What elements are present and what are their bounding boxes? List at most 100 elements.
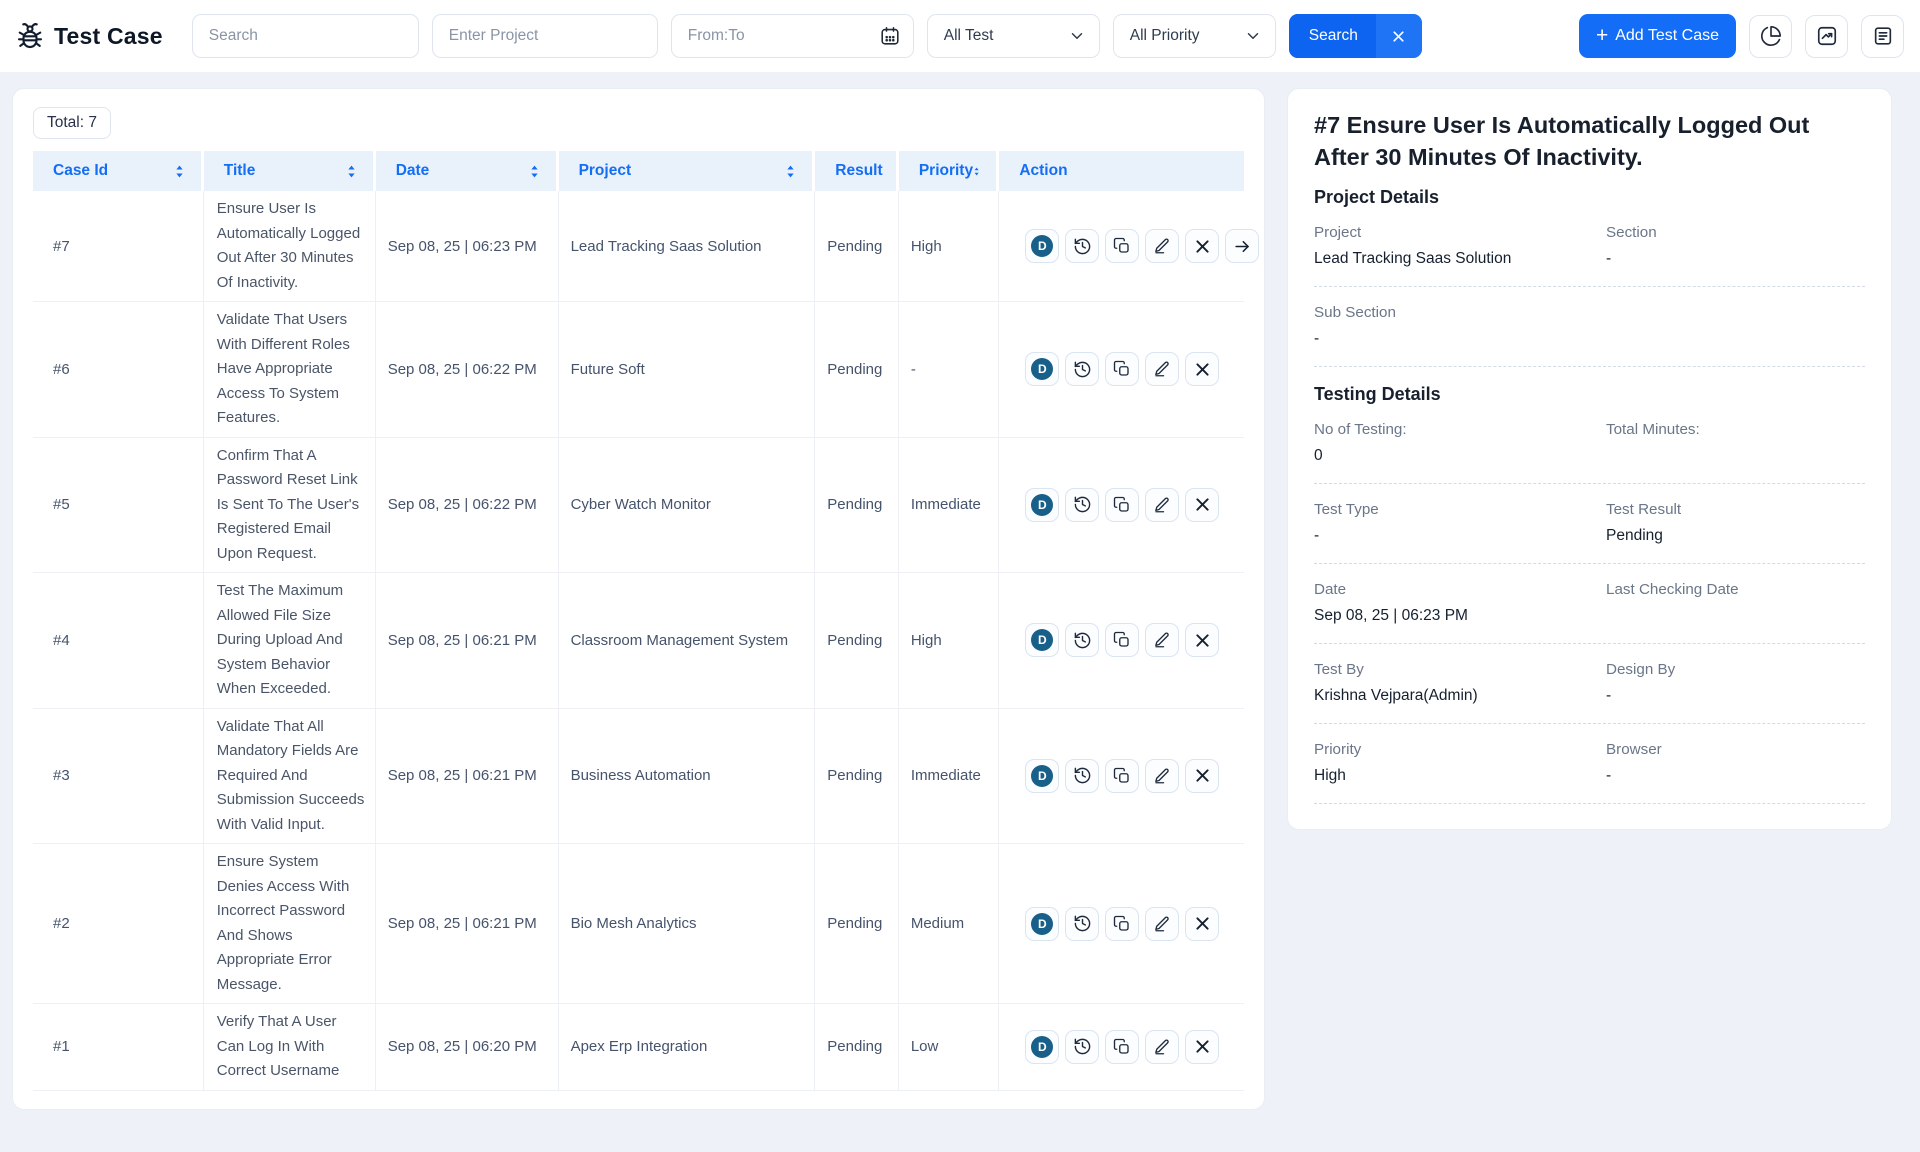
- title-cell: Ensure System Denies Access With Incorre…: [204, 844, 376, 1004]
- sort-icon[interactable]: [529, 164, 540, 179]
- project-details-heading: Project Details: [1314, 187, 1865, 208]
- details-row: Sub Section -: [1314, 304, 1865, 349]
- project-filter-input[interactable]: [432, 14, 658, 58]
- add-test-case-button[interactable]: + Add Test Case: [1579, 14, 1736, 58]
- edit-button[interactable]: [1145, 1030, 1179, 1064]
- search-button[interactable]: Search: [1289, 14, 1376, 58]
- history-button[interactable]: [1065, 759, 1099, 793]
- copy-icon: [1113, 767, 1131, 785]
- calendar-icon[interactable]: [879, 25, 901, 47]
- result-cell: Pending: [815, 573, 899, 709]
- edit-button[interactable]: [1145, 229, 1179, 263]
- copy-button[interactable]: [1105, 623, 1139, 657]
- column-header-title[interactable]: Title: [204, 151, 376, 191]
- copy-button[interactable]: [1105, 907, 1139, 941]
- field-label: Total Minutes:: [1606, 421, 1865, 438]
- edit-button[interactable]: [1145, 623, 1179, 657]
- column-header-result[interactable]: Result: [815, 151, 899, 191]
- table-header-row: Case Id Title Date Project Result Priori…: [33, 151, 1244, 191]
- column-header-priority[interactable]: Priority: [899, 151, 1000, 191]
- copy-button[interactable]: [1105, 488, 1139, 522]
- history-button[interactable]: [1065, 1030, 1099, 1064]
- history-button[interactable]: [1065, 488, 1099, 522]
- delete-button[interactable]: [1185, 907, 1219, 941]
- search-input[interactable]: [192, 14, 419, 58]
- edit-button[interactable]: [1145, 352, 1179, 386]
- pie-chart-button[interactable]: [1749, 15, 1792, 58]
- sort-icon[interactable]: [174, 164, 185, 179]
- table-row: #2 Ensure System Denies Access With Inco…: [33, 844, 1244, 1004]
- details-row: Date Sep 08, 25 | 06:23 PM Last Checking…: [1314, 581, 1865, 626]
- pie-chart-icon: [1760, 25, 1782, 47]
- details-badge-button[interactable]: D: [1025, 352, 1059, 386]
- field-last-checking-date: Last Checking Date: [1606, 581, 1865, 626]
- copy-button[interactable]: [1105, 352, 1139, 386]
- details-badge-button[interactable]: D: [1025, 1030, 1059, 1064]
- priority-cell: High: [899, 573, 1000, 709]
- history-button[interactable]: [1065, 623, 1099, 657]
- field-label: Test Result: [1606, 501, 1865, 518]
- priority-cell: -: [899, 302, 1000, 438]
- priority-select[interactable]: All Priority: [1113, 14, 1276, 58]
- field-label: Priority: [1314, 741, 1606, 758]
- details-badge-button[interactable]: D: [1025, 488, 1059, 522]
- details-badge-button[interactable]: D: [1025, 759, 1059, 793]
- delete-button[interactable]: [1185, 759, 1219, 793]
- history-button[interactable]: [1065, 352, 1099, 386]
- dashed-divider: [1314, 563, 1865, 564]
- table-row: #7 Ensure User Is Automatically Logged O…: [33, 191, 1244, 302]
- action-buttons: D: [1019, 623, 1234, 657]
- column-header-project[interactable]: Project: [559, 151, 816, 191]
- date-range-input[interactable]: [671, 14, 914, 58]
- field-label: No of Testing:: [1314, 421, 1606, 438]
- open-details-arrow-button[interactable]: [1225, 229, 1259, 263]
- chevron-down-icon: [1068, 27, 1086, 45]
- field-date: Date Sep 08, 25 | 06:23 PM: [1314, 581, 1606, 626]
- copy-button[interactable]: [1105, 759, 1139, 793]
- details-badge-button[interactable]: D: [1025, 229, 1059, 263]
- action-cell: D: [999, 573, 1244, 709]
- field-test-by: Test By Krishna Vejpara(Admin): [1314, 661, 1606, 706]
- delete-button[interactable]: [1185, 623, 1219, 657]
- report-button[interactable]: [1861, 15, 1904, 58]
- history-button[interactable]: [1065, 229, 1099, 263]
- column-header-date[interactable]: Date: [376, 151, 559, 191]
- edit-button[interactable]: [1145, 488, 1179, 522]
- add-test-case-label: Add Test Case: [1615, 27, 1719, 45]
- history-icon: [1073, 1037, 1092, 1056]
- delete-button[interactable]: [1185, 488, 1219, 522]
- table-row: #1 Verify That A User Can Log In With Co…: [33, 1004, 1244, 1091]
- table-row: #5 Confirm That A Password Reset Link Is…: [33, 438, 1244, 574]
- copy-button[interactable]: [1105, 1030, 1139, 1064]
- field-project: Project Lead Tracking Saas Solution: [1314, 224, 1606, 269]
- delete-button[interactable]: [1185, 1030, 1219, 1064]
- delete-button[interactable]: [1185, 229, 1219, 263]
- field-total-minutes: Total Minutes:: [1606, 421, 1865, 466]
- edit-button[interactable]: [1145, 907, 1179, 941]
- history-button[interactable]: [1065, 907, 1099, 941]
- action-cell: D: [999, 709, 1244, 845]
- close-x-icon: [1193, 495, 1212, 514]
- sort-icon[interactable]: [346, 164, 357, 179]
- copy-button[interactable]: [1105, 229, 1139, 263]
- trend-chart-button[interactable]: [1805, 15, 1848, 58]
- edit-button[interactable]: [1145, 759, 1179, 793]
- clear-search-button[interactable]: [1376, 14, 1422, 58]
- d-badge-icon: D: [1031, 1036, 1053, 1058]
- result-cell: Pending: [815, 844, 899, 1004]
- sort-icon[interactable]: [973, 164, 980, 179]
- delete-button[interactable]: [1185, 352, 1219, 386]
- project-cell: Future Soft: [559, 302, 816, 438]
- project-cell: Cyber Watch Monitor: [559, 438, 816, 574]
- action-buttons: D: [1019, 907, 1234, 941]
- details-badge-button[interactable]: D: [1025, 623, 1059, 657]
- field-value: Sep 08, 25 | 06:23 PM: [1314, 607, 1606, 626]
- column-header-case-id[interactable]: Case Id: [33, 151, 204, 191]
- column-label: Result: [835, 162, 882, 180]
- dashed-divider: [1314, 803, 1865, 804]
- details-badge-button[interactable]: D: [1025, 907, 1059, 941]
- action-cell: D: [999, 191, 1244, 302]
- sort-icon[interactable]: [785, 164, 796, 179]
- test-type-select[interactable]: All Test: [927, 14, 1100, 58]
- field-value: -: [1314, 527, 1606, 546]
